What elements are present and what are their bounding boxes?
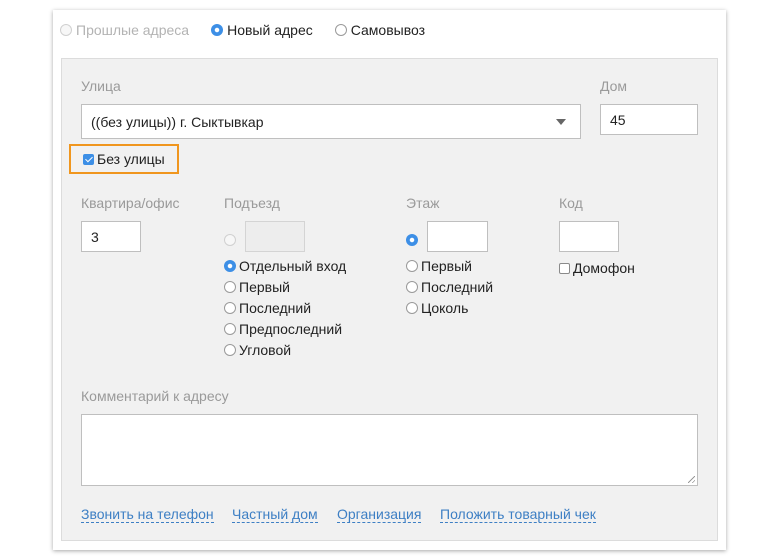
past-addresses-label: Прошлые адреса: [76, 22, 190, 38]
private-house-link[interactable]: Частный дом: [232, 506, 318, 523]
past-addresses-radio: [60, 24, 72, 36]
entrance-first-label: Первый: [239, 279, 290, 295]
floor-label: Этаж: [406, 195, 440, 211]
entrance-separate-radio[interactable]: [224, 260, 236, 272]
street-value: ((без улицы)) г. Сыктывкар: [91, 113, 264, 130]
entrance-custom-radio[interactable]: [224, 234, 236, 246]
comment-label: Комментарий к адресу: [81, 388, 229, 404]
floor-option-first[interactable]: Первый: [406, 256, 472, 276]
entrance-option-corner[interactable]: Угловой: [224, 340, 291, 360]
address-mode-selector: Прошлые адреса Новый адрес Самовывоз: [60, 20, 447, 40]
apartment-label: Квартира/офис: [81, 195, 180, 211]
entrance-first-radio[interactable]: [224, 281, 236, 293]
entrance-label: Подъезд: [224, 195, 280, 211]
intercom-label: Домофон: [573, 260, 635, 276]
comment-textarea[interactable]: [81, 414, 698, 486]
entrance-corner-radio[interactable]: [224, 344, 236, 356]
house-value: 45: [610, 111, 626, 128]
entrance-separate-label: Отдельный вход: [239, 258, 347, 274]
pickup-label: Самовывоз: [350, 22, 426, 38]
call-phone-link[interactable]: Звонить на телефон: [81, 506, 214, 523]
entrance-option-penultimate[interactable]: Предпоследний: [224, 319, 342, 339]
floor-first-label: Первый: [421, 258, 472, 274]
new-address-radio[interactable]: [211, 24, 224, 36]
intercom-checkbox[interactable]: [559, 262, 570, 274]
apartment-input[interactable]: 3: [81, 221, 141, 252]
intercom-option[interactable]: Домофон: [559, 258, 635, 278]
code-label: Код: [559, 195, 583, 211]
entrance-last-label: Последний: [239, 300, 312, 316]
floor-custom-input[interactable]: [427, 221, 488, 252]
code-input[interactable]: [559, 221, 619, 252]
pickup-radio[interactable]: [334, 24, 347, 36]
entrance-option-first[interactable]: Первый: [224, 277, 290, 297]
floor-basement-label: Цоколь: [421, 300, 469, 316]
pickup-option[interactable]: Самовывоз: [334, 22, 426, 38]
new-address-label: Новый адрес: [227, 22, 313, 38]
apartment-value: 3: [91, 228, 99, 245]
past-addresses-option: Прошлые адреса: [60, 22, 189, 38]
floor-last-radio[interactable]: [406, 281, 418, 293]
no-street-label: Без улицы: [97, 151, 165, 167]
floor-custom-radio[interactable]: [406, 234, 418, 246]
no-street-checkbox[interactable]: [83, 153, 94, 165]
no-street-checkbox-wrapper[interactable]: Без улицы: [69, 144, 179, 174]
floor-option-basement[interactable]: Цоколь: [406, 298, 468, 318]
chevron-down-icon[interactable]: [556, 119, 566, 125]
entrance-option-separate[interactable]: Отдельный вход: [224, 256, 346, 276]
floor-basement-radio[interactable]: [406, 302, 418, 314]
entrance-corner-label: Угловой: [239, 342, 292, 358]
entrance-option-last[interactable]: Последний: [224, 298, 311, 318]
house-input[interactable]: 45: [600, 104, 698, 135]
floor-first-radio[interactable]: [406, 260, 418, 272]
house-label: Дом: [600, 78, 628, 94]
entrance-penultimate-radio[interactable]: [224, 323, 236, 335]
add-receipt-link[interactable]: Положить товарный чек: [440, 506, 596, 523]
resize-grip-icon[interactable]: [688, 476, 695, 483]
entrance-penultimate-label: Предпоследний: [239, 321, 343, 337]
entrance-last-radio[interactable]: [224, 302, 236, 314]
organization-link[interactable]: Организация: [337, 506, 422, 523]
street-label: Улица: [81, 78, 121, 94]
street-select[interactable]: ((без улицы)) г. Сыктывкар: [81, 104, 581, 139]
entrance-custom-input[interactable]: [245, 221, 305, 252]
floor-option-last[interactable]: Последний: [406, 277, 493, 297]
floor-last-label: Последний: [421, 279, 494, 295]
new-address-option[interactable]: Новый адрес: [211, 22, 313, 38]
